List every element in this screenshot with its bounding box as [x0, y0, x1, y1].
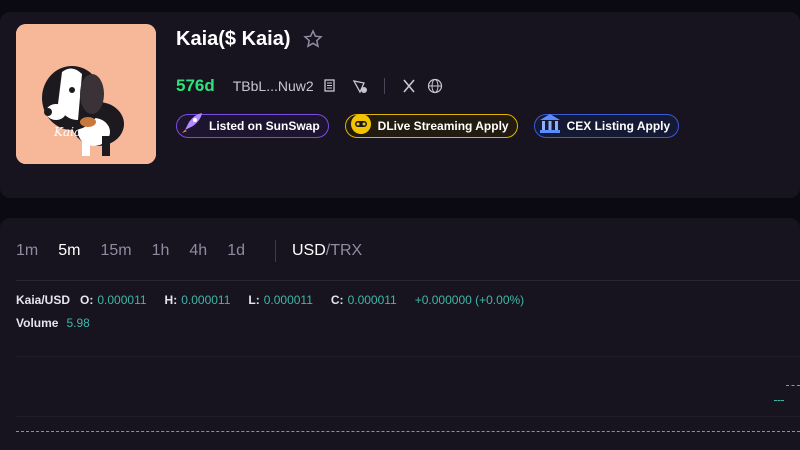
- tronscan-icon[interactable]: [352, 78, 368, 94]
- token-meta-row: 576d TBbL...Nuw2: [176, 75, 443, 97]
- open-value: 0.000011: [97, 293, 147, 307]
- copy-icon[interactable]: [322, 78, 338, 94]
- interval-1h[interactable]: 1h: [152, 242, 170, 260]
- price-change: +0.000000 (+0.00%): [414, 293, 525, 307]
- close-label: C:: [330, 293, 344, 307]
- badge-label: DLive Streaming Apply: [377, 119, 509, 133]
- interval-selector: 1m 5m 15m 1h 4h 1d USD/TRX: [16, 240, 362, 262]
- badge-row: Listed on SunSwap DLive Streaming Apply …: [176, 112, 695, 140]
- volume-legend: Volume 5.98: [16, 316, 90, 330]
- interval-15m[interactable]: 15m: [100, 242, 131, 260]
- chart-gridline: [16, 356, 800, 357]
- divider: [383, 78, 385, 94]
- chart-toolbar-divider: [16, 280, 800, 281]
- token-age: 576d: [176, 76, 215, 95]
- bank-icon: [539, 114, 560, 133]
- badge-label: Listed on SunSwap: [209, 119, 320, 133]
- badge-label: CEX Listing Apply: [566, 119, 671, 133]
- interval-4h[interactable]: 4h: [189, 242, 207, 260]
- price-level-line: [786, 385, 800, 386]
- dog-mascot-image: Kaia: [16, 24, 156, 164]
- currency-toggle[interactable]: USD/TRX: [292, 242, 362, 260]
- star-favorite-icon[interactable]: [302, 29, 323, 49]
- pair-symbol: Kaia/USD: [16, 293, 71, 307]
- volume-value: 5.98: [66, 316, 90, 330]
- last-price-line: [16, 431, 800, 432]
- interval-1d[interactable]: 1d: [227, 242, 245, 260]
- rocket-icon: [182, 113, 202, 133]
- high-label: H:: [164, 293, 178, 307]
- svg-text:Kaia: Kaia: [53, 125, 81, 139]
- website-globe-icon[interactable]: [427, 78, 443, 94]
- high-value: 0.000011: [181, 293, 231, 307]
- contract-address: TBbL...Nuw2: [232, 78, 314, 94]
- token-title-row: Kaia($ Kaia): [176, 24, 323, 54]
- token-name: Kaia($ Kaia): [176, 27, 291, 50]
- volume-label: Volume: [16, 316, 59, 330]
- candle-mark: [774, 400, 784, 401]
- ohlc-legend: Kaia/USD O: 0.000011 H: 0.000011 L: 0.00001…: [16, 293, 542, 307]
- interval-5m[interactable]: 5m: [58, 242, 80, 260]
- currency-usd[interactable]: USD: [292, 242, 326, 259]
- divider: [274, 240, 276, 262]
- token-avatar: Kaia: [16, 24, 156, 164]
- cex-badge[interactable]: CEX Listing Apply: [533, 114, 680, 138]
- close-value: 0.000011: [347, 293, 397, 307]
- x-twitter-icon[interactable]: [401, 78, 417, 94]
- chart-gridline: [16, 416, 800, 417]
- low-value: 0.000011: [263, 293, 313, 307]
- dlive-icon: [350, 114, 371, 134]
- currency-trx[interactable]: TRX: [330, 242, 362, 259]
- open-label: O:: [80, 293, 94, 307]
- low-label: L:: [248, 293, 260, 307]
- sunswap-badge[interactable]: Listed on SunSwap: [176, 113, 329, 138]
- dlive-badge[interactable]: DLive Streaming Apply: [344, 114, 518, 138]
- interval-1m[interactable]: 1m: [16, 242, 38, 260]
